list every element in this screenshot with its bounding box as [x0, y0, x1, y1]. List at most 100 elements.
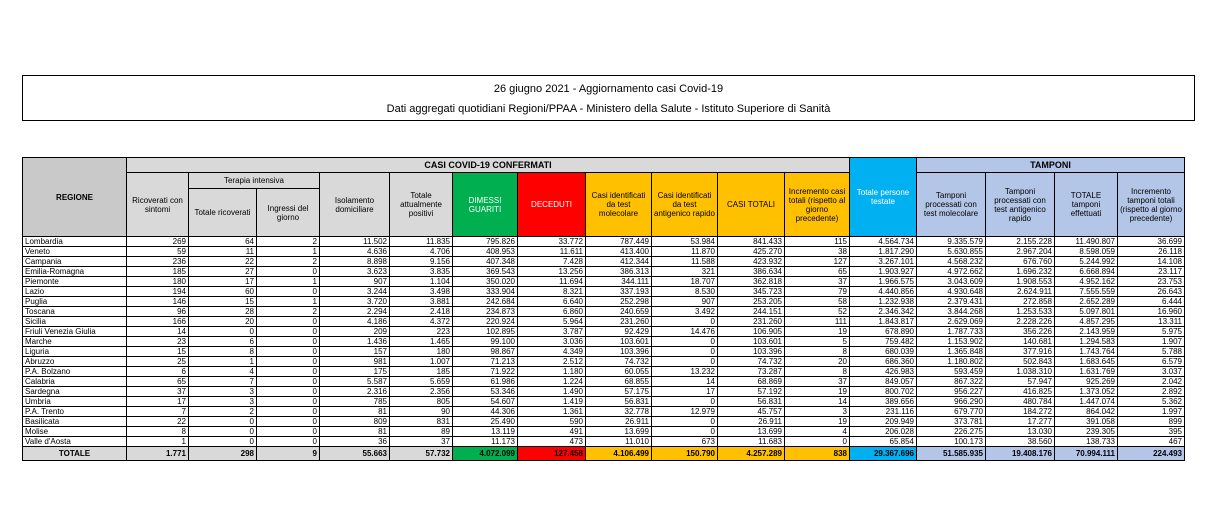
- table-cell: 231.116: [849, 406, 917, 417]
- table-cell: 1.153.902: [916, 336, 986, 347]
- table-row: Umbria 17 3 0 785 805 54.607 1.419 56.831 0 56.831…: [22, 396, 1185, 407]
- table-cell: 2.892: [1117, 386, 1185, 397]
- table-cell: 5.964: [517, 316, 586, 327]
- total-cell: 51.585.935: [916, 446, 986, 461]
- table-cell: 0: [651, 336, 718, 347]
- table-cell: 0: [256, 336, 320, 347]
- table-cell: 4.930.648: [916, 286, 986, 297]
- table-cell: 2.652.289: [1054, 296, 1118, 307]
- table-cell: 1.447.074: [1054, 396, 1118, 407]
- table-cell: 23.117: [1117, 266, 1185, 277]
- table-cell: 52: [784, 306, 850, 317]
- table-cell: 4.564.734: [849, 236, 917, 247]
- table-cell: 0: [188, 436, 257, 447]
- table-cell: 0: [256, 396, 320, 407]
- table-cell: 867.322: [916, 376, 986, 387]
- table-cell: 864.042: [1054, 406, 1118, 417]
- table-cell: 54.607: [452, 396, 518, 407]
- table-row: Basilicata 22 0 0 809 831 25.490 590 26.911 0 26.9…: [22, 416, 1185, 427]
- table-cell: 13.256: [517, 266, 586, 277]
- table-cell: 13.699: [717, 426, 785, 437]
- table-cell: 345.723: [717, 286, 785, 297]
- table-cell: 8: [784, 346, 850, 357]
- col-header-ingressi-giorno: Ingressi del giorno: [256, 188, 320, 237]
- col-header-isolamento: Isolamento domiciliare: [319, 172, 390, 237]
- table-cell: 0: [256, 346, 320, 357]
- table-cell: 956.227: [916, 386, 986, 397]
- table-cell: 593.459: [916, 366, 986, 377]
- table-cell: 3.036: [517, 336, 586, 347]
- region-name: P.A. Bolzano: [22, 366, 127, 377]
- table-cell: 209.949: [849, 416, 917, 427]
- col-header-casi-totali: CASI TOTALI: [717, 172, 785, 237]
- table-cell: 138.733: [1054, 436, 1118, 447]
- table-cell: 386.634: [717, 266, 785, 277]
- table-cell: 907: [319, 276, 390, 287]
- table-cell: 6.640: [517, 296, 586, 307]
- table-cell: 71.213: [452, 356, 518, 367]
- table-cell: 0: [188, 416, 257, 427]
- table-cell: 1.817.290: [849, 246, 917, 257]
- col-header-totale-ricoverati-ti: Totale ricoverati: [188, 188, 257, 237]
- table-cell: 166: [126, 316, 189, 327]
- table-cell: 1.907: [1117, 336, 1185, 347]
- table-cell: 3: [188, 386, 257, 397]
- table-cell: 467: [1117, 436, 1185, 447]
- table-cell: 146: [126, 296, 189, 307]
- table-cell: 502.843: [985, 356, 1055, 367]
- table-cell: 61.986: [452, 376, 518, 387]
- table-row: Molise 8 0 0 81 89 13.119 491 13.699 0 13.699 4 206.…: [22, 426, 1185, 437]
- table-cell: 16.960: [1117, 306, 1185, 317]
- table-cell: 3.844.268: [916, 306, 986, 317]
- tamponi-group-header: TAMPONI: [916, 157, 1185, 173]
- table-cell: 2: [256, 256, 320, 267]
- table-cell: 1.696.232: [985, 266, 1055, 277]
- table-cell: 74.732: [717, 356, 785, 367]
- table-cell: 344.111: [585, 276, 652, 287]
- table-cell: 244.151: [717, 306, 785, 317]
- table-cell: 1.253.533: [985, 306, 1055, 317]
- table-cell: 787.449: [585, 236, 652, 247]
- table-cell: 0: [651, 426, 718, 437]
- table-cell: 252.298: [585, 296, 652, 307]
- table-cell: 2.294: [319, 306, 390, 317]
- region-name: Piemonte: [22, 276, 127, 287]
- region-header: REGIONE: [22, 157, 127, 237]
- table-cell: 805: [389, 396, 453, 407]
- table-cell: 11.010: [585, 436, 652, 447]
- table-cell: 1: [256, 296, 320, 307]
- table-cell: 673: [651, 436, 718, 447]
- total-cell: 29.367.696: [849, 446, 917, 461]
- table-cell: 7: [188, 376, 257, 387]
- table-cell: 22: [126, 416, 189, 427]
- region-name: Valle d'Aosta: [22, 436, 127, 447]
- table-cell: 1.365.848: [916, 346, 986, 357]
- table-cell: 1: [188, 356, 257, 367]
- table-cell: 841.433: [717, 236, 785, 247]
- table-cell: 1.683.645: [1054, 356, 1118, 367]
- table-cell: 4.372: [389, 316, 453, 327]
- col-header-incremento-casi: Incremento casi totali (rispetto al gior…: [784, 172, 850, 237]
- region-name: Friuli Venezia Giulia: [22, 326, 127, 337]
- table-cell: 25: [126, 356, 189, 367]
- table-cell: 321: [651, 266, 718, 277]
- table-cell: 73.287: [717, 366, 785, 377]
- confirmed-cases-group-header: CASI COVID-19 CONFERMATI: [126, 157, 850, 173]
- region-name: Toscana: [22, 306, 127, 317]
- table-cell: 491: [517, 426, 586, 437]
- table-cell: 0: [651, 396, 718, 407]
- total-cell: 298: [188, 446, 257, 461]
- table-cell: 407.348: [452, 256, 518, 267]
- table-cell: 90: [389, 406, 453, 417]
- table-row: Piemonte 180 17 1 907 1.104 350.020 11.694 344.1…: [22, 276, 1185, 287]
- table-cell: 79: [784, 286, 850, 297]
- table-cell: 0: [256, 406, 320, 417]
- table-cell: 590: [517, 416, 586, 427]
- table-cell: 37: [389, 436, 453, 447]
- table-row: P.A. Bolzano 6 4 0 175 185 71.922 1.180 60.055 13…: [22, 366, 1185, 377]
- table-cell: 64: [188, 236, 257, 247]
- table-cell: 36.699: [1117, 236, 1185, 247]
- table-cell: 1.465: [389, 336, 453, 347]
- total-cell: 70.994.111: [1054, 446, 1118, 461]
- table-cell: 180: [126, 276, 189, 287]
